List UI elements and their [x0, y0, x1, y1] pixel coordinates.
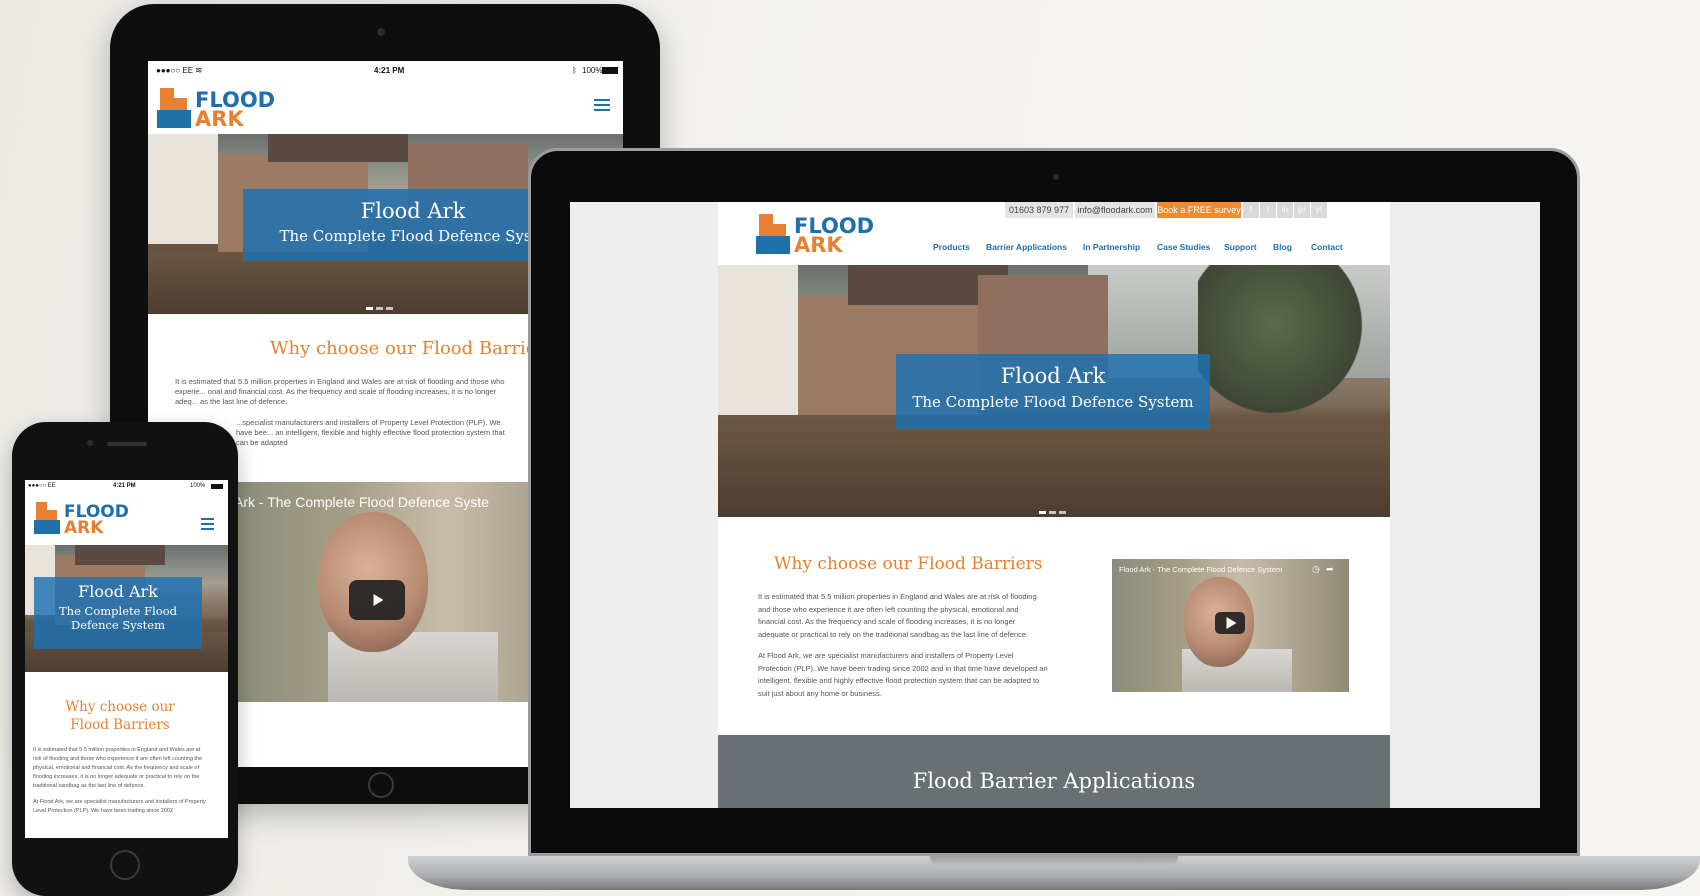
hamburger-menu-icon[interactable] [594, 99, 610, 114]
tablet-home-button[interactable] [368, 772, 394, 798]
laptop-trackpad-notch [930, 856, 1178, 866]
why-heading: Why choose our Flood Barriers [774, 554, 1043, 574]
laptop-video[interactable]: Flood Ark - The Complete Flood Defence S… [1112, 559, 1349, 692]
facebook-icon[interactable]: f [1243, 202, 1259, 218]
tablet-para-2: ...specialist manufacturers and installe… [236, 418, 505, 447]
laptop-slider-dots[interactable] [1039, 511, 1066, 514]
logo-mark-icon [34, 501, 62, 535]
laptop-video-title: Flood Ark - The Complete Flood Defence S… [1119, 565, 1283, 574]
phone-why-heading-2: Flood Barriers [70, 717, 170, 733]
phone-speaker [107, 442, 147, 446]
phone-hero-subtitle-2: Defence System [70, 618, 165, 632]
laptop-screen: 01603 879 977 info@floodark.com Book a F… [570, 202, 1540, 808]
laptop-logo[interactable]: FLOOD ARK [756, 212, 874, 256]
tablet-carrier: ●●●○○ EE [156, 66, 194, 75]
phone-carrier: ●●●○○ EE [28, 483, 56, 489]
phone-battery-text: 100% [190, 483, 206, 489]
phone-screen: ●●●○○ EE 4:21 PM 100% FLOOD ARK Flood Ar… [25, 480, 228, 838]
logo-mark-icon [756, 212, 792, 256]
phone-time: 4:21 PM [113, 483, 136, 489]
nav-products[interactable]: Products [933, 242, 970, 252]
tablet-logo[interactable]: FLOOD ARK [157, 86, 275, 130]
topbar-phone[interactable]: 01603 879 977 [1005, 202, 1073, 218]
battery-icon [602, 67, 618, 74]
hero-subtitle: The Complete Flood Defence System [912, 393, 1194, 411]
laptop-page: 01603 879 977 info@floodark.com Book a F… [718, 202, 1390, 808]
nav-in-partnership[interactable]: In Partnership [1083, 242, 1140, 252]
laptop-para-2: At Flood Ark, we are specialist manufact… [758, 651, 1048, 698]
hero-title: Flood Ark [1000, 364, 1106, 388]
tablet-battery-text: 100% [582, 66, 603, 75]
page: { "site": { "logo_line1": "FLOOD", "logo… [0, 0, 1700, 896]
phone-why-heading-1: Why choose our [65, 699, 175, 715]
logo-line2: ARK [195, 107, 244, 132]
logo-line2: ARK [64, 517, 104, 538]
linkedin-icon[interactable]: in [1277, 202, 1293, 218]
nav-contact[interactable]: Contact [1311, 242, 1343, 252]
applications-heading: Flood Barrier Applications [912, 769, 1196, 793]
tablet-time: 4:21 PM [374, 66, 405, 75]
phone-logo[interactable]: FLOOD ARK [34, 501, 129, 536]
twitter-icon[interactable]: t [1260, 202, 1276, 218]
clock-icon[interactable]: ◷ [1312, 564, 1320, 575]
topbar-cta-button[interactable]: Book a FREE survey [1157, 202, 1241, 218]
play-icon[interactable] [349, 580, 405, 620]
wifi-icon: ≋ [195, 65, 203, 75]
logo-line2: ARK [794, 233, 843, 258]
youtube-icon[interactable]: yt [1311, 202, 1327, 218]
nav-case-studies[interactable]: Case Studies [1157, 242, 1210, 252]
battery-icon [211, 484, 223, 489]
laptop-para-1: It is estimated that 5.5 million propert… [758, 592, 1037, 639]
share-icon[interactable]: ➦ [1326, 564, 1334, 575]
phone-para-1: It is estimated that 5.5 million propert… [33, 747, 203, 789]
laptop-hero-caption: Flood Ark The Complete Flood Defence Sys… [896, 354, 1210, 429]
phone-hero-caption: Flood Ark The Complete Flood Defence Sys… [34, 577, 202, 649]
bluetooth-icon: ᛒ [572, 66, 577, 75]
tablet-why-heading: Why choose our Flood Barrie [270, 338, 537, 359]
play-icon[interactable] [1215, 612, 1245, 634]
tablet-slider-dots[interactable] [366, 307, 393, 310]
tablet-camera [377, 28, 385, 36]
nav-support[interactable]: Support [1224, 242, 1257, 252]
tablet-para-1: It is estimated that 5.5 million propert… [175, 377, 505, 406]
googleplus-icon[interactable]: g+ [1294, 202, 1310, 218]
tablet-video-title: Ark - The Complete Flood Defence Syste [234, 494, 489, 510]
phone-home-button[interactable] [110, 850, 140, 880]
phone-hero-subtitle-1: The Complete Flood [59, 604, 177, 618]
phone-camera [87, 440, 93, 446]
hamburger-menu-icon[interactable] [201, 518, 214, 533]
nav-blog[interactable]: Blog [1273, 242, 1292, 252]
topbar-email[interactable]: info@floodark.com [1075, 202, 1155, 218]
laptop-camera [1053, 174, 1059, 180]
hero-title: Flood Ark [78, 582, 158, 601]
phone-para-2: At Flood Ark, we are specialist manufact… [33, 799, 206, 814]
nav-barrier-applications[interactable]: Barrier Applications [986, 242, 1067, 252]
logo-mark-icon [157, 86, 193, 130]
